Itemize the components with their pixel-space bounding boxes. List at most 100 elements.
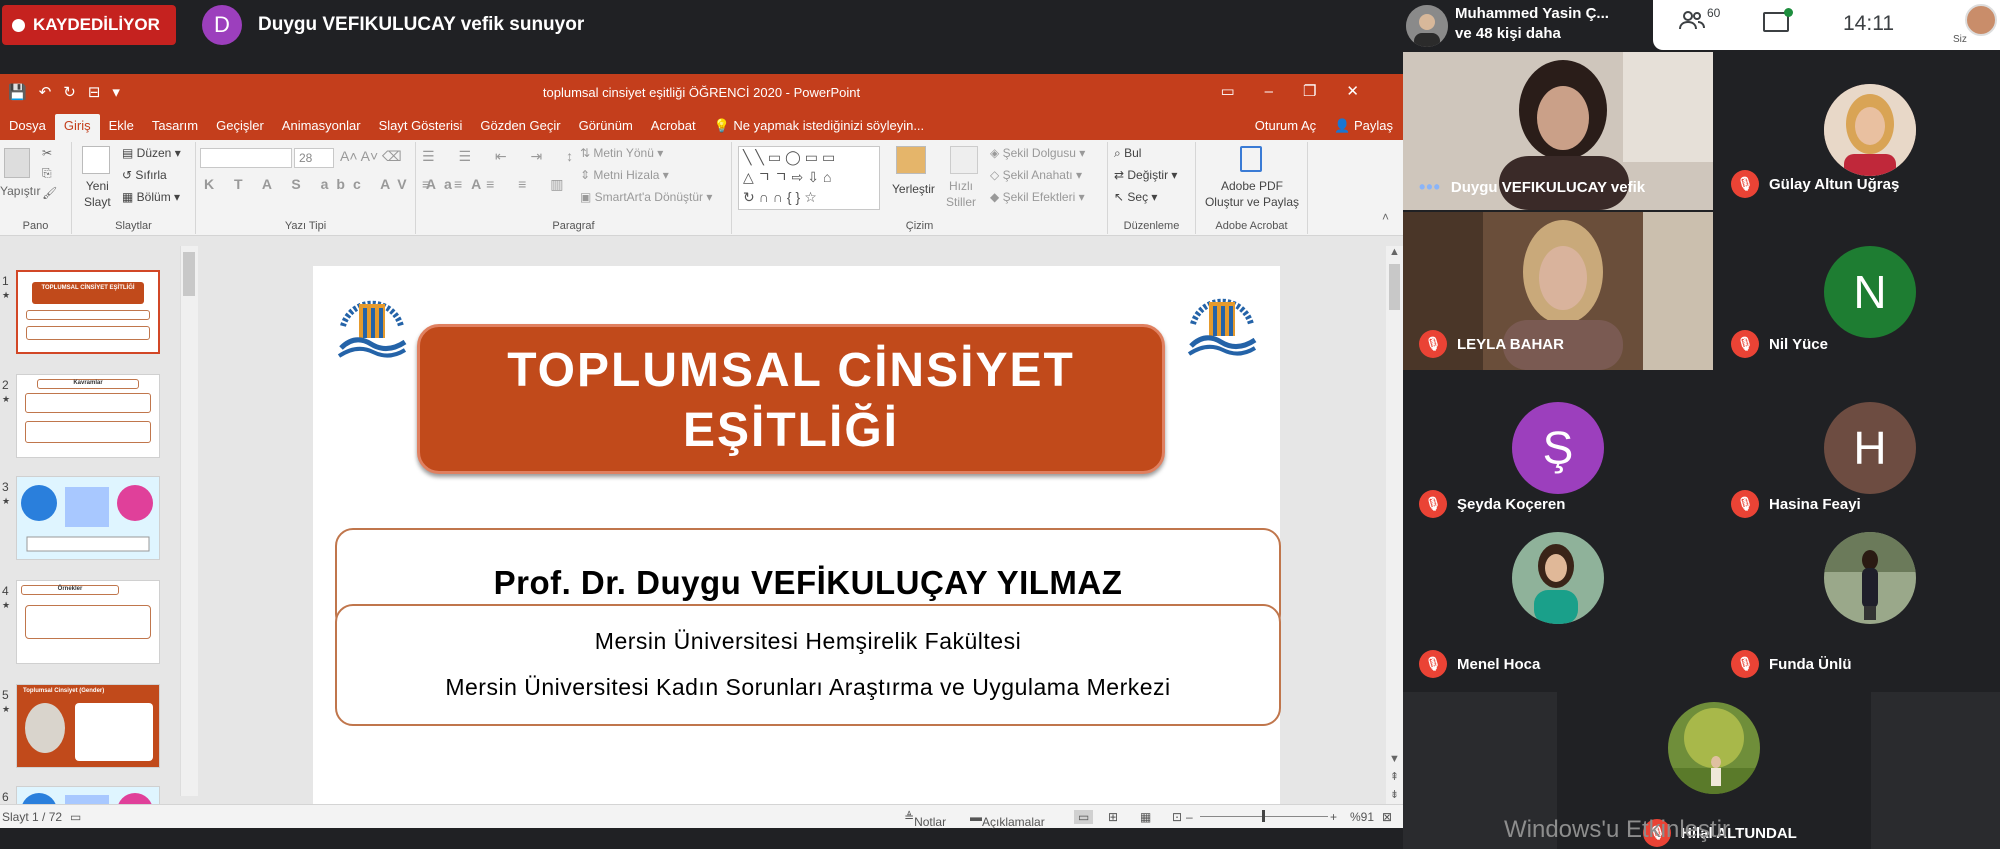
zoom-level[interactable]: %91 (1350, 810, 1374, 824)
tab-animations[interactable]: Animasyonlar (273, 114, 370, 142)
align-icons[interactable]: ≡ ≡ ≡ ≡ ▥ (422, 176, 573, 193)
thumb-number: 4 (2, 584, 9, 598)
format-painter-icon[interactable]: 🖌 (42, 186, 57, 200)
spellcheck-icon[interactable]: ▭ (70, 810, 81, 824)
affiliation-box[interactable]: Mersin Üniversitesi Hemşirelik Fakültesi… (335, 604, 1281, 726)
tab-home[interactable]: Giriş (54, 114, 100, 142)
fit-slide-icon[interactable]: ⊠ (1382, 810, 1392, 824)
slide-scrollbar-thumb[interactable] (1389, 264, 1400, 310)
slides-label: Slaytlar (115, 220, 152, 232)
cut-icon[interactable]: ✂ (42, 146, 52, 160)
participant-tile[interactable]: 🎙 Funda Ünlü (1715, 532, 2000, 690)
slide-canvas[interactable]: TOPLUMSAL CİNSİYET EŞİTLİĞİ Prof. Dr. Du… (313, 266, 1281, 810)
thumbnails-scrollbar[interactable] (180, 246, 198, 796)
zoom-slider-knob[interactable] (1262, 810, 1265, 822)
chat-icon[interactable] (1763, 8, 1793, 32)
people-icon[interactable] (1679, 10, 1705, 36)
tab-acrobat[interactable]: Acrobat (642, 114, 705, 142)
tab-design[interactable]: Tasarım (143, 114, 207, 142)
ribbon-options-icon[interactable]: ▭ (1220, 83, 1264, 100)
slide-thumbnail-1[interactable]: TOPLUMSAL CİNSİYET EŞİTLİĞİ (16, 270, 160, 354)
participant-tile[interactable]: 🎙 LEYLA BAHAR (1403, 212, 1713, 370)
text-direction-label: Metin Yönü (593, 146, 654, 160)
find-button[interactable]: ⌕ Bul (1114, 146, 1141, 161)
header-names[interactable]: Muhammed Yasin Ç... ve 48 kişi daha (1455, 4, 1609, 44)
new-slide-button[interactable]: Yeni Slayt (84, 178, 111, 210)
tab-file[interactable]: Dosya (0, 114, 55, 142)
slide-title-box[interactable]: TOPLUMSAL CİNSİYET EŞİTLİĞİ (417, 324, 1165, 474)
minimize-icon[interactable]: – (1265, 83, 1303, 100)
maximize-icon[interactable]: ❐ (1303, 83, 1346, 100)
slide-scrollbar[interactable]: ▲ ▼ ⇞ ⇟ (1386, 246, 1403, 804)
arrange-button[interactable]: Yerleştir (892, 182, 935, 196)
share-label: Paylaş (1353, 118, 1393, 133)
participant-tile[interactable]: ••• Duygu VEFIKULUCAY vefik (1403, 52, 1713, 210)
paste-button[interactable]: Yapıştır (0, 184, 40, 198)
new-slide-icon[interactable] (82, 146, 110, 174)
tab-review[interactable]: Gözden Geçir (471, 114, 569, 142)
collapse-ribbon-icon[interactable]: ˄ (1382, 210, 1389, 224)
participant-label: 🎙 Gülay Altun Uğraş (1731, 170, 1899, 198)
paste-icon[interactable] (4, 148, 30, 178)
participant-label: 🎙 Şeyda Koçeren (1419, 490, 1565, 518)
text-direction-button[interactable]: ⇅ Metin Yönü ▾ (580, 146, 663, 160)
slide-thumbnail-3[interactable] (16, 476, 160, 560)
tab-transitions[interactable]: Geçişler (207, 114, 273, 142)
section-button[interactable]: ▦ Bölüm ▾ (122, 190, 180, 204)
shape-fill-button[interactable]: ◈ Şekil Dolgusu ▾ (990, 146, 1085, 160)
reading-view-icon[interactable]: ▦ (1140, 810, 1151, 824)
font-size-input[interactable]: 28 (294, 148, 334, 168)
thumb-title: Kavramlar (37, 379, 139, 389)
shapes-gallery[interactable]: ╲╲▭◯▭▭ △ㄱㄱ⇨⇩⌂ ↻∩∩{}☆ (738, 146, 880, 210)
notes-button[interactable]: ≜ Notlar (904, 810, 946, 829)
zoom-in-icon[interactable]: + (1330, 810, 1337, 824)
participant-label: 🎙 Hasina Feayi (1731, 490, 1861, 518)
layout-button[interactable]: ▤ Düzen ▾ (122, 146, 181, 160)
participant-tile[interactable]: N 🎙 Nil Yüce (1715, 212, 2000, 370)
slideshow-icon[interactable]: ⊡ (1172, 810, 1182, 824)
tab-slideshow[interactable]: Slayt Gösterisi (370, 114, 472, 142)
share-button[interactable]: 👤 Paylaş (1334, 118, 1393, 134)
tab-view[interactable]: Görünüm (570, 114, 642, 142)
comments-button[interactable]: ▬ Açıklamalar (970, 810, 1045, 829)
scrollbar-thumb[interactable] (183, 252, 195, 296)
zoom-out-icon[interactable]: – (1186, 810, 1193, 824)
shape-effects-button[interactable]: ◆ Şekil Efektleri ▾ (990, 190, 1085, 204)
adobe-pdf-icon[interactable] (1240, 146, 1262, 172)
smartart-button[interactable]: ▣ SmartArt'a Dönüştür ▾ (580, 190, 712, 204)
participant-tile[interactable]: Ş 🎙 Şeyda Koçeren (1403, 372, 1713, 530)
presenting-text: Duygu VEFIKULUCAY vefik sunuyor (258, 14, 585, 35)
slide-thumbnail-2[interactable]: Kavramlar (16, 374, 160, 458)
slide-thumbnail-4[interactable]: Örnekler (16, 580, 160, 664)
close-icon[interactable]: ✕ (1346, 83, 1389, 100)
participant-tile[interactable]: 🎙 Menel Hoca (1403, 532, 1713, 690)
scroll-up-icon[interactable]: ▲ (1386, 246, 1403, 258)
reset-button[interactable]: ↺ Sıfırla (122, 168, 167, 182)
meet-top-bar: KAYDEDİLİYOR D Duygu VEFIKULUCAY vefik s… (0, 0, 1405, 50)
scroll-nav-icons[interactable]: ▼ ⇞ ⇟ (1386, 750, 1403, 804)
quick-styles-button[interactable]: Hızlı Stiller (946, 178, 976, 210)
shape-outline-button[interactable]: ◇ Şekil Anahatı ▾ (990, 168, 1082, 182)
quick-styles-icon[interactable] (950, 146, 978, 174)
slide-thumbnails-pane: 1 ★ TOPLUMSAL CİNSİYET EŞİTLİĞİ 2 ★ Kavr… (0, 236, 160, 829)
participant-tile[interactable]: H 🎙 Hasina Feayi (1715, 372, 2000, 530)
adobe-pdf-button[interactable]: Adobe PDF Oluştur ve Paylaş (1200, 178, 1304, 210)
font-name-input[interactable] (200, 148, 292, 168)
slide-sorter-icon[interactable]: ⊞ (1108, 810, 1118, 824)
replace-button[interactable]: ⇄ Değiştir ▾ (1114, 168, 1177, 182)
participant-name: Gülay Altun Uğraş (1769, 175, 1900, 193)
tab-insert[interactable]: Ekle (100, 114, 143, 142)
self-avatar[interactable] (1965, 4, 1997, 36)
slide-thumbnail-5[interactable]: Toplumsal Cinsiyet (Gender) (16, 684, 160, 768)
normal-view-icon[interactable]: ▭ (1074, 810, 1094, 824)
signin-link[interactable]: Oturum Aç (1255, 118, 1316, 134)
select-button[interactable]: ↖ Seç ▾ (1114, 190, 1157, 204)
person-icon: 👤 (1334, 118, 1351, 133)
arrange-icon[interactable] (896, 146, 926, 174)
tell-me-box[interactable]: 💡 Ne yapmak istediğinizi söyleyin... (705, 114, 934, 142)
align-text-button[interactable]: ⇕ Metni Hizala ▾ (580, 168, 669, 182)
copy-icon[interactable]: ⎘ (42, 166, 52, 181)
participant-tile[interactable]: 🎙 Gülay Altun Uğraş (1715, 52, 2000, 210)
list-icons[interactable]: ☰ ☰ ⇤ ⇥ ↕ (422, 148, 583, 165)
font-grow-shrink-icon[interactable]: A˄ A˅ ⌫ (340, 148, 402, 165)
